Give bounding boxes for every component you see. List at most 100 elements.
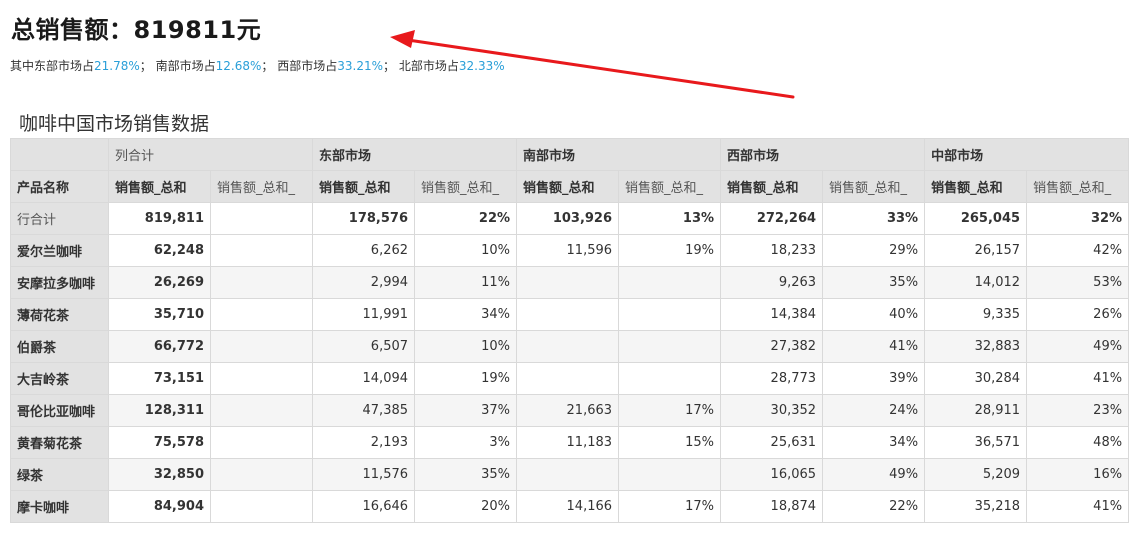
measure-header[interactable]: 销售额_总和 (720, 170, 824, 203)
cell-row-total: 128,311 (108, 394, 211, 427)
cell-share-pct (209, 490, 314, 523)
measure-header[interactable]: 销售额_总和_ (618, 170, 722, 203)
measure-header[interactable]: 销售额_总和_ (1026, 170, 1130, 203)
cell-sales-sum: 265,045 (924, 202, 1028, 235)
cell-share-pct: 35% (414, 458, 518, 491)
cell-sales-sum: 28,911 (924, 394, 1028, 427)
cell-sales-sum: 14,166 (516, 490, 620, 523)
row-header-label[interactable]: 产品名称 (10, 170, 109, 203)
group-header-west[interactable]: 西部市场 (720, 138, 926, 171)
cell-sales-sum: 25,631 (720, 426, 824, 459)
cell-share-pct: 39% (822, 362, 926, 395)
cell-sales-sum: 2,994 (312, 266, 416, 299)
cell-sales-sum: 27,382 (720, 330, 824, 363)
cell-share-pct: 19% (414, 362, 518, 395)
summary-label-south: 南部市场占 (155, 59, 216, 73)
cell-share-pct (209, 266, 314, 299)
cell-sales-sum (516, 458, 620, 491)
cell-row-total: 75,578 (108, 426, 211, 459)
total-sales-headline: 总销售额：819811元 (11, 16, 262, 44)
cell-sales-sum: 28,773 (720, 362, 824, 395)
row-product-name: 哥伦比亚咖啡 (10, 394, 109, 427)
cell-sales-sum: 178,576 (312, 202, 416, 235)
cell-share-pct: 23% (1026, 394, 1130, 427)
cell-sales-sum: 30,352 (720, 394, 824, 427)
row-product-name: 大吉岭茶 (10, 362, 109, 395)
measure-header[interactable]: 销售额_总和_ (822, 170, 926, 203)
sales-pivot-table: 列合计 东部市场 南部市场 西部市场 中部市场 产品名称 销售额_总和 销售额_总… (10, 138, 1130, 523)
measure-header[interactable]: 销售额_总和 (108, 170, 211, 203)
row-product-name: 薄荷花茶 (10, 298, 109, 331)
corner-cell (10, 138, 109, 171)
cell-share-pct: 17% (618, 394, 722, 427)
cell-sales-sum: 26,157 (924, 234, 1028, 267)
group-header-central[interactable]: 中部市场 (924, 138, 1130, 171)
cell-sales-sum: 21,663 (516, 394, 620, 427)
cell-sales-sum (516, 298, 620, 331)
cell-sales-sum: 16,065 (720, 458, 824, 491)
cell-sales-sum (516, 330, 620, 363)
cell-share-pct: 22% (414, 202, 518, 235)
measure-header-row: 产品名称 销售额_总和 销售额_总和_ 销售额_总和 销售额_总和_ 销售额_总和 销售额… (10, 170, 1130, 203)
cell-share-pct: 11% (414, 266, 518, 299)
group-header-col-total[interactable]: 列合计 (107, 138, 314, 171)
summary-pct-east: 21.78% (94, 59, 140, 73)
table-row: 哥伦比亚咖啡 128,311 47,385 37% 21,663 17% 30,352 24%… (10, 394, 1130, 427)
cell-sales-sum: 11,576 (312, 458, 416, 491)
cell-share-pct (618, 266, 722, 299)
cell-share-pct: 22% (822, 490, 926, 523)
table-row: 薄荷花茶 35,710 11,991 34% 14,384 40% 9,335 26% (10, 298, 1130, 331)
cell-share-pct: 10% (414, 234, 518, 267)
cell-share-pct (209, 330, 314, 363)
cell-share-pct: 29% (822, 234, 926, 267)
summary-label-west: 西部市场占 (277, 59, 338, 73)
cell-sales-sum (516, 266, 620, 299)
cell-share-pct: 48% (1026, 426, 1130, 459)
cell-share-pct: 37% (414, 394, 518, 427)
cell-share-pct (618, 362, 722, 395)
row-product-name: 爱尔兰咖啡 (10, 234, 109, 267)
group-header-east[interactable]: 东部市场 (312, 138, 518, 171)
cell-sales-sum: 35,218 (924, 490, 1028, 523)
cell-sales-sum: 14,384 (720, 298, 824, 331)
cell-sales-sum: 5,209 (924, 458, 1028, 491)
cell-share-pct: 15% (618, 426, 722, 459)
cell-share-pct: 49% (822, 458, 926, 491)
table-row: 黄春菊花茶 75,578 2,193 3% 11,183 15% 25,631 34% 36,5… (10, 426, 1130, 459)
row-product-name: 安摩拉多咖啡 (10, 266, 109, 299)
measure-header[interactable]: 销售额_总和_ (414, 170, 518, 203)
cell-sales-sum: 30,284 (924, 362, 1028, 395)
cell-sales-sum: 14,012 (924, 266, 1028, 299)
cell-share-pct: 53% (1026, 266, 1130, 299)
cell-sales-sum (516, 362, 620, 395)
cell-share-pct: 17% (618, 490, 722, 523)
cell-share-pct (209, 298, 314, 331)
cell-share-pct (618, 458, 722, 491)
summary-pct-south: 12.68% (215, 59, 262, 73)
cell-row-total: 32,850 (108, 458, 211, 491)
summary-label-north: 北部市场占 (398, 59, 459, 73)
measure-header[interactable]: 销售额_总和_ (209, 170, 314, 203)
cell-share-pct: 13% (618, 202, 722, 235)
cell-share-pct: 26% (1026, 298, 1130, 331)
cell-share-pct (209, 234, 314, 267)
cell-sales-sum: 32,883 (924, 330, 1028, 363)
cell-share-pct: 24% (822, 394, 926, 427)
summary-sep: ； (383, 59, 396, 73)
cell-share-pct: 19% (618, 234, 722, 267)
measure-header[interactable]: 销售额_总和 (516, 170, 620, 203)
cell-share-pct (209, 202, 314, 235)
cell-row-total: 73,151 (108, 362, 211, 395)
summary-sep: ； (139, 59, 152, 73)
cell-sales-sum: 9,335 (924, 298, 1028, 331)
row-product-name: 黄春菊花茶 (10, 426, 109, 459)
cell-share-pct: 49% (1026, 330, 1130, 363)
cell-sales-sum: 6,262 (312, 234, 416, 267)
cell-sales-sum: 18,233 (720, 234, 824, 267)
table-row: 爱尔兰咖啡 62,248 6,262 10% 11,596 19% 18,233 29% 26,… (10, 234, 1130, 267)
measure-header[interactable]: 销售额_总和 (312, 170, 416, 203)
cell-share-pct: 42% (1026, 234, 1130, 267)
measure-header[interactable]: 销售额_总和 (924, 170, 1028, 203)
group-header-south[interactable]: 南部市场 (516, 138, 722, 171)
cell-sales-sum: 18,874 (720, 490, 824, 523)
